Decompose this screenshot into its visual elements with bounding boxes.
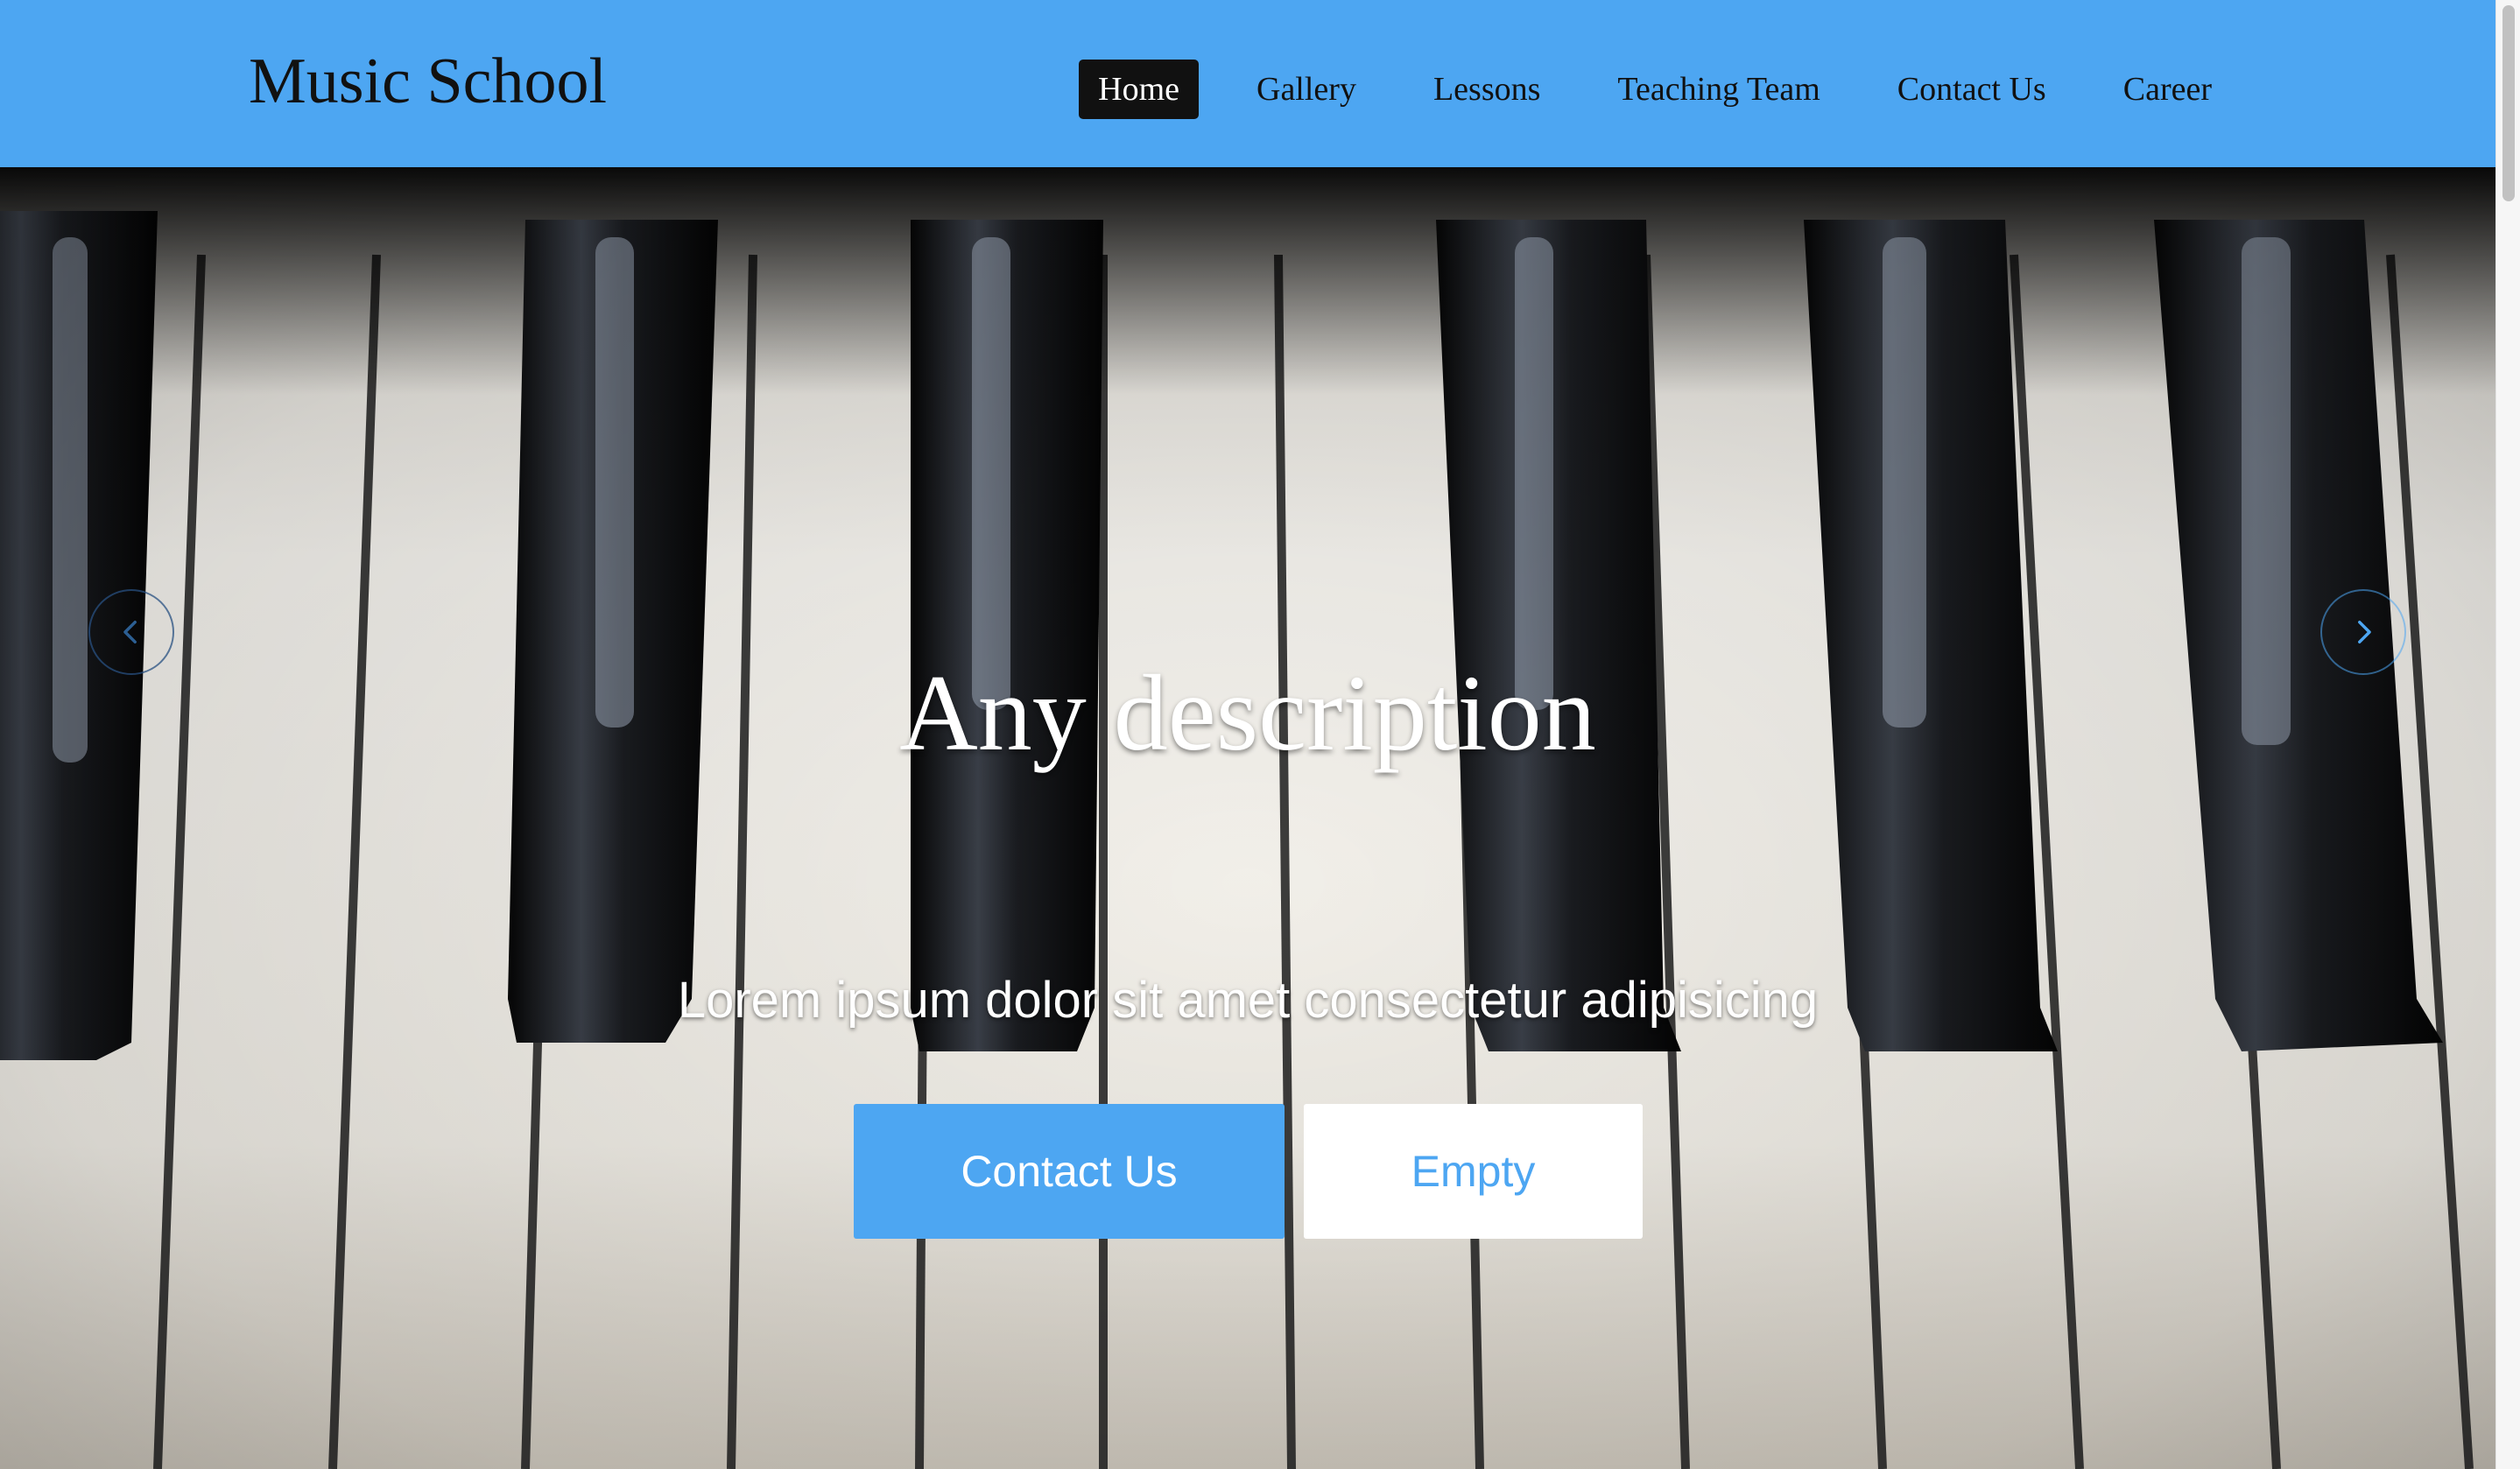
nav-lessons[interactable]: Lessons bbox=[1414, 60, 1559, 119]
contact-us-button[interactable]: Contact Us bbox=[854, 1104, 1285, 1239]
hero-overlay bbox=[0, 167, 2495, 1469]
main-nav: Home Gallery Lessons Teaching Team Conta… bbox=[1040, 60, 2231, 119]
hero-subtitle: Lorem ipsum dolor sit amet consectetur a… bbox=[677, 972, 1819, 1029]
nav-gallery[interactable]: Gallery bbox=[1237, 60, 1376, 119]
site-brand[interactable]: Music School bbox=[249, 42, 607, 121]
nav-home[interactable]: Home bbox=[1079, 60, 1199, 119]
scrollbar-thumb[interactable] bbox=[2502, 5, 2515, 201]
chevron-left-icon bbox=[123, 620, 137, 644]
hero-title: Any description bbox=[899, 653, 1596, 773]
site-header: Music School Home Gallery Lessons Teachi… bbox=[0, 0, 2495, 167]
nav-career[interactable]: Career bbox=[2104, 60, 2231, 119]
chevron-right-icon bbox=[2358, 620, 2371, 644]
page-scrollbar[interactable] bbox=[2495, 0, 2520, 1469]
nav-contact-us[interactable]: Contact Us bbox=[1878, 60, 2066, 119]
empty-button[interactable]: Empty bbox=[1304, 1104, 1643, 1239]
hero-carousel: Any description Lorem ipsum dolor sit am… bbox=[0, 167, 2495, 1469]
nav-teaching-team[interactable]: Teaching Team bbox=[1598, 60, 1839, 119]
